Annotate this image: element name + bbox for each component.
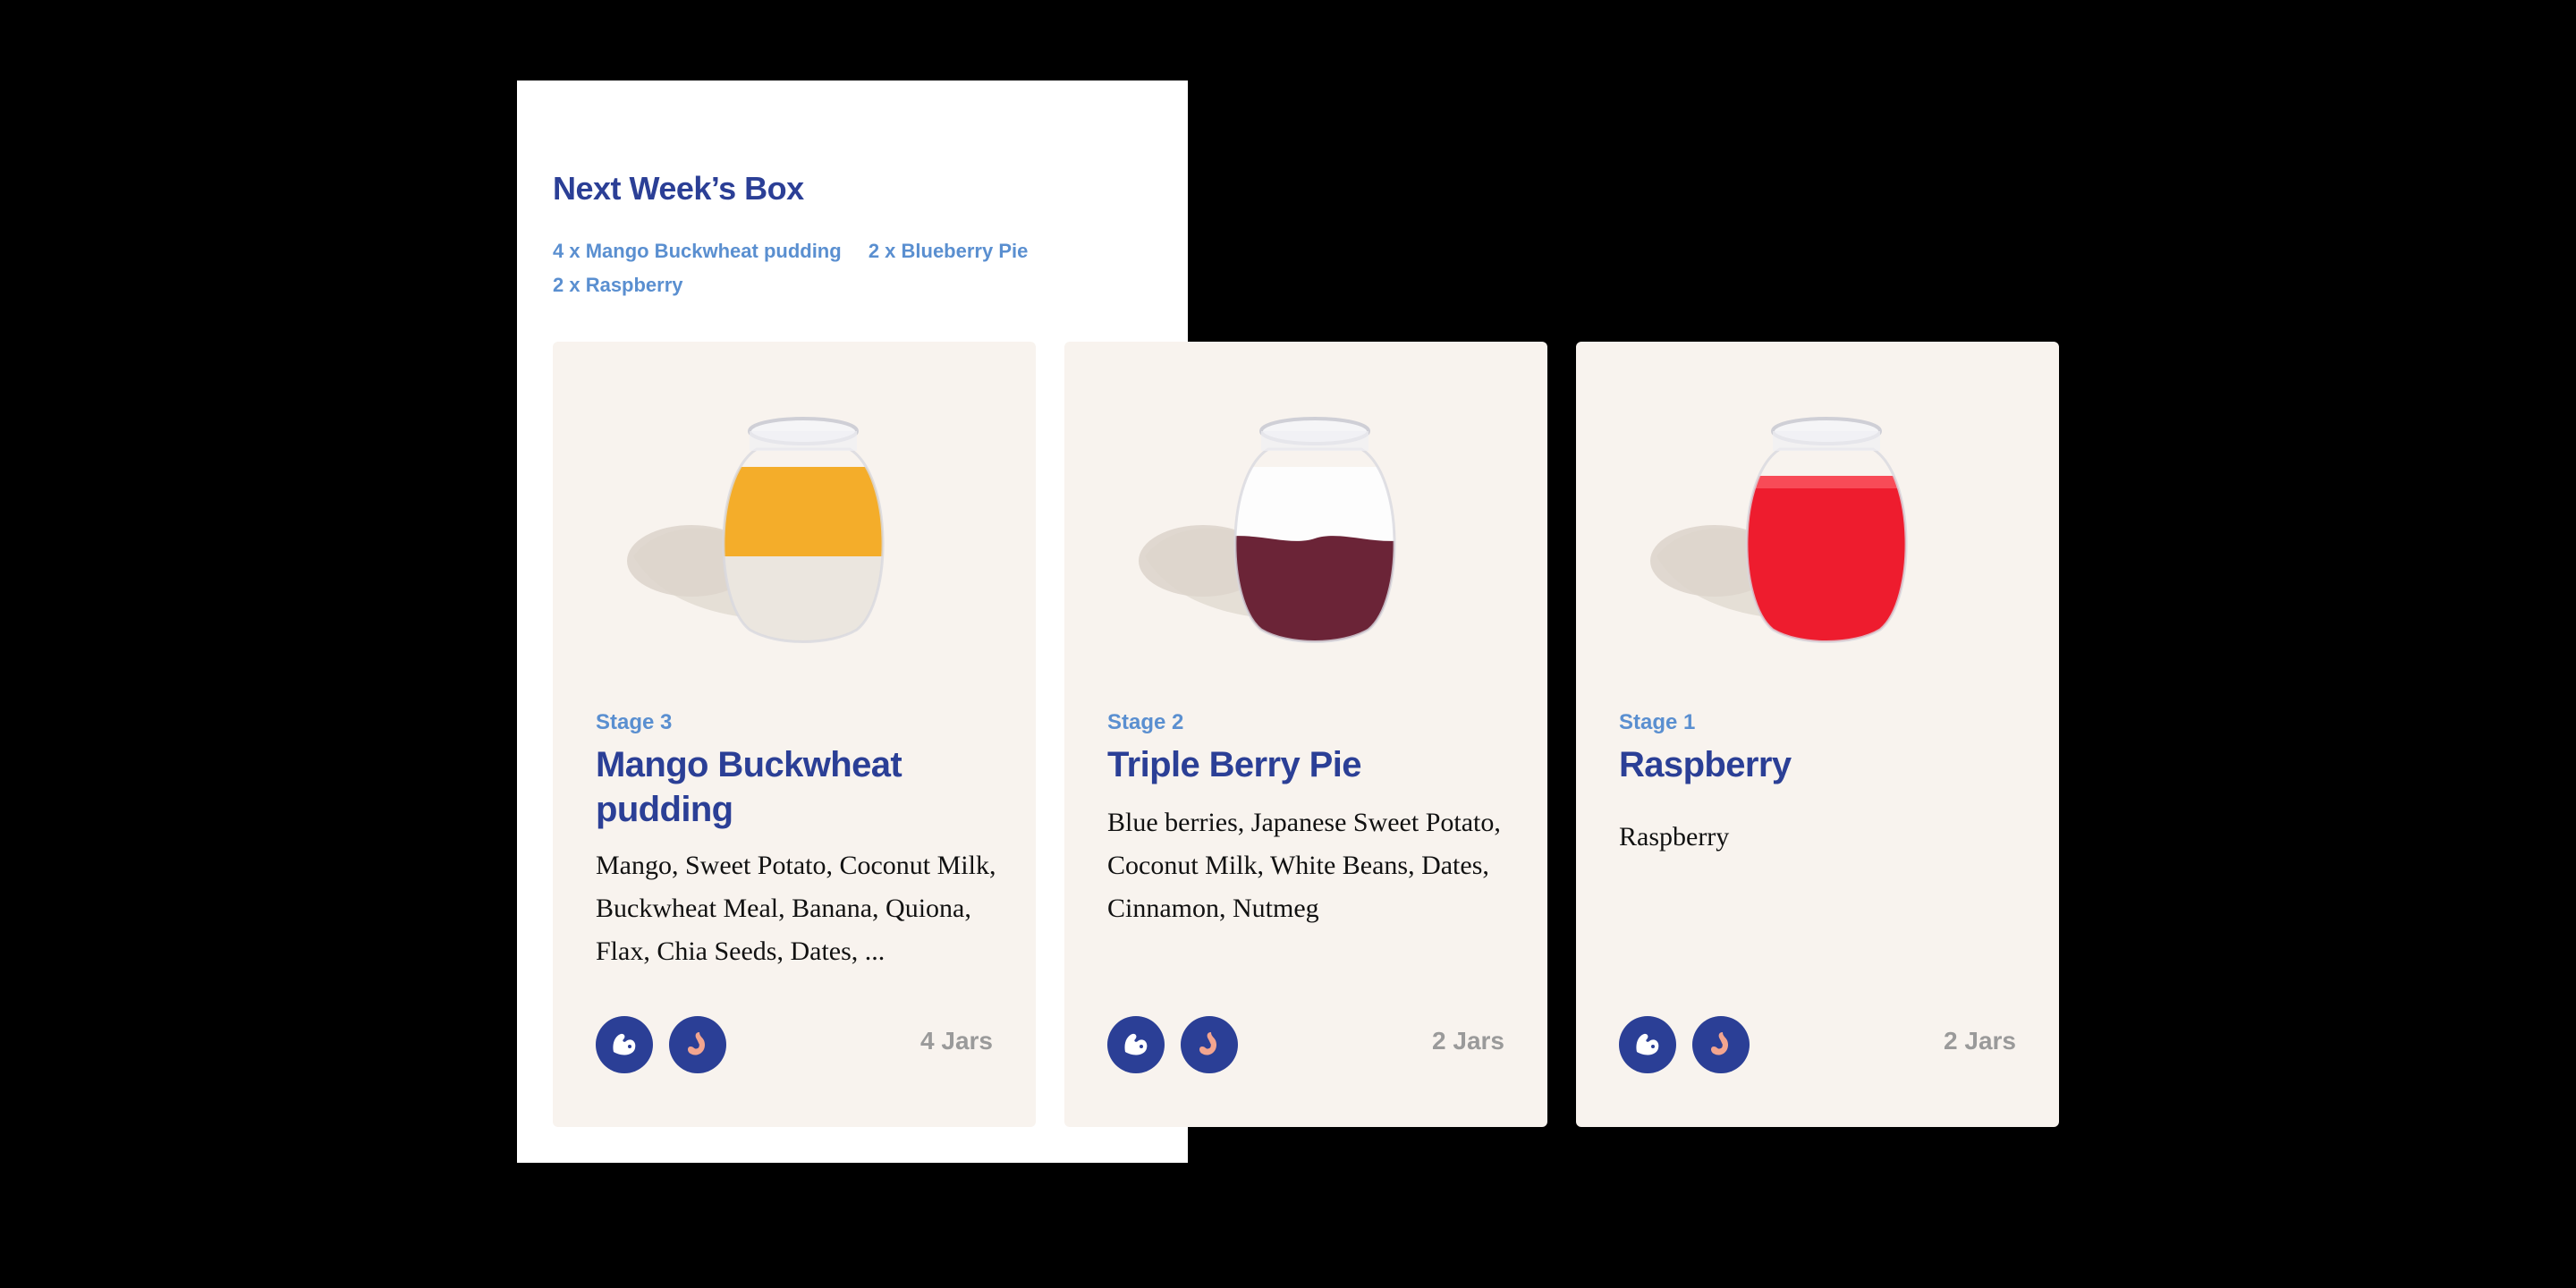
product-name: Mango Buckwheat pudding xyxy=(596,745,902,829)
mango-jar-image xyxy=(627,417,885,643)
tummy-icon xyxy=(1692,1016,1750,1073)
strength-icon xyxy=(596,1016,653,1073)
benefit-badges xyxy=(1619,1016,1750,1073)
canvas: Next Week’s Box 4 x Mango Buckwheat pudd… xyxy=(0,0,2576,1288)
summary-item: 2 x Blueberry Pie xyxy=(868,240,1029,262)
summary-item: 2 x Raspberry xyxy=(553,274,683,296)
product-card-mango[interactable]: Stage 3 Mango Buckwheat pudding Mango, S… xyxy=(553,342,1036,1127)
box-title: Next Week’s Box xyxy=(553,170,804,207)
stage-label: Stage 3 xyxy=(596,710,673,734)
jar-count: 2 Jars xyxy=(1944,1027,2016,1055)
benefit-badges xyxy=(1107,1016,1238,1073)
product-name: Triple Berry Pie xyxy=(1107,745,1361,784)
tummy-icon xyxy=(669,1016,726,1073)
box-summary: 4 x Mango Buckwheat pudding 2 x Blueberr… xyxy=(553,234,1134,302)
ingredients-text: Raspberry xyxy=(1619,822,1730,852)
raspberry-jar-image xyxy=(1650,417,1908,643)
product-name: Raspberry xyxy=(1619,745,1792,784)
ingredients-text: Mango, Sweet Potato, Coconut Milk, Buckw… xyxy=(596,851,996,966)
product-card-raspberry[interactable]: Stage 1 Raspberry Raspberry 2 Jars xyxy=(1576,342,2059,1127)
jar-count: 4 Jars xyxy=(920,1027,993,1055)
tummy-icon xyxy=(1181,1016,1238,1073)
berry-jar-image xyxy=(1139,417,1396,643)
product-card-berry[interactable]: Stage 2 Triple Berry Pie Blue berries, J… xyxy=(1064,342,1547,1127)
ingredients-text: Blue berries, Japanese Sweet Potato, Coc… xyxy=(1107,808,1501,923)
benefit-badges xyxy=(596,1016,726,1073)
summary-item: 4 x Mango Buckwheat pudding xyxy=(553,240,842,262)
strength-icon xyxy=(1107,1016,1165,1073)
stage-label: Stage 2 xyxy=(1107,710,1184,734)
jar-count: 2 Jars xyxy=(1432,1027,1504,1055)
stage-label: Stage 1 xyxy=(1619,710,1696,734)
strength-icon xyxy=(1619,1016,1676,1073)
